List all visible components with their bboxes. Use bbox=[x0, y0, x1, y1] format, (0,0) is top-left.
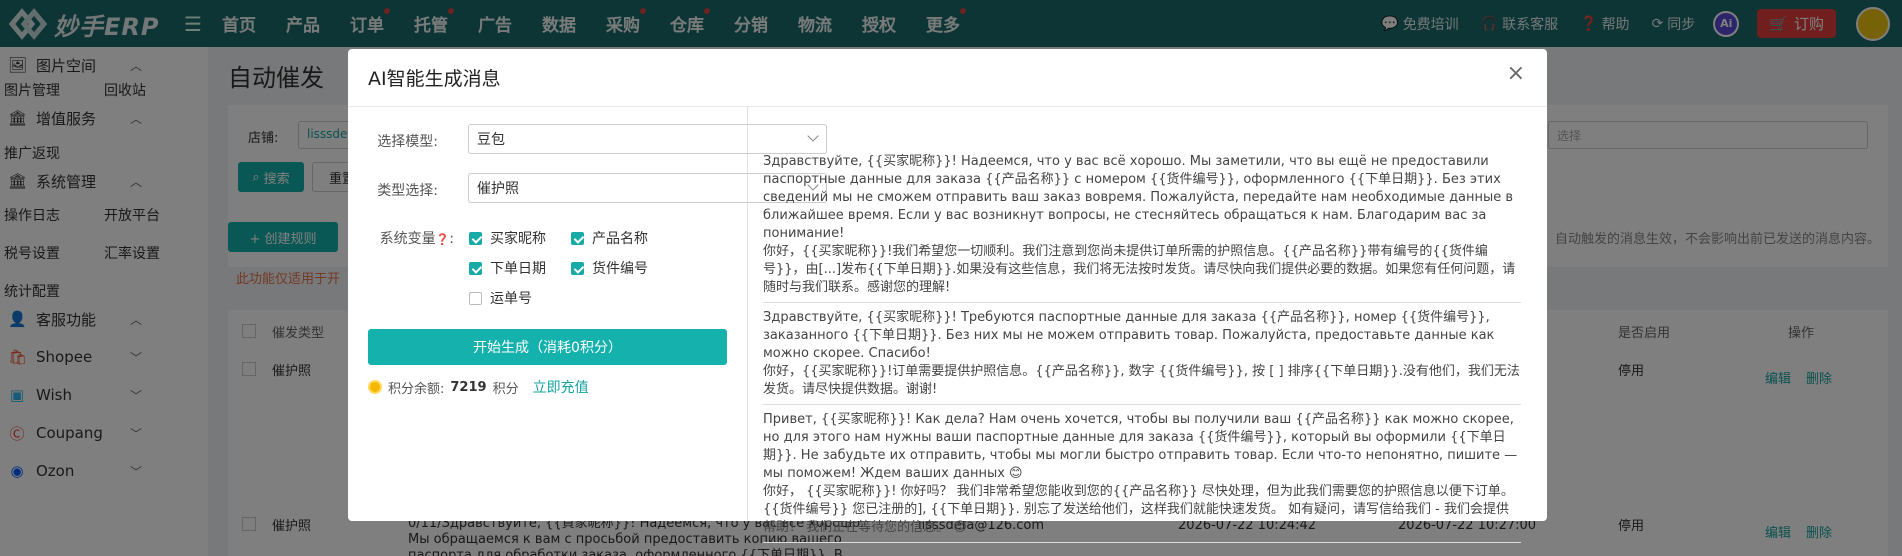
checkbox-checked bbox=[469, 261, 482, 275]
checkbox-checked bbox=[571, 231, 584, 245]
message-chinese: 你好，{{买家昵称}}!我们希望您一切顺利。我们注意到您尚未提供订单所需的护照信… bbox=[763, 244, 1516, 295]
generated-message[interactable]: Здравствуйте, {{买家昵称}}! Требуются паспор… bbox=[763, 303, 1521, 405]
recharge-link[interactable]: 立即充值 bbox=[533, 377, 589, 397]
close-icon[interactable]: × bbox=[1507, 61, 1525, 86]
chevron-down-icon bbox=[807, 130, 819, 142]
model-select-value: 豆包 bbox=[477, 132, 505, 148]
model-label: 选择模型: bbox=[377, 134, 438, 150]
start-generate-button[interactable]: 开始生成（消耗0积分） bbox=[368, 329, 727, 365]
var-checkbox-tracking-number[interactable]: 运单号 bbox=[469, 288, 532, 308]
dialog-title: AI智能生成消息 bbox=[368, 68, 501, 90]
var-label: 产品名称 bbox=[592, 231, 648, 247]
generated-message[interactable]: Привет, {{买家昵称}}! Как дела? Нам очень хо… bbox=[763, 405, 1521, 543]
message-chinese: 你好， {{买家昵称}}! 你好吗？ 我们非常希望您能收到您的{{产品名称}} … bbox=[763, 484, 1514, 535]
credit-value: 7219 bbox=[450, 379, 487, 395]
checkbox-checked bbox=[571, 261, 584, 275]
panel-divider bbox=[747, 107, 748, 521]
type-label: 类型选择: bbox=[377, 183, 438, 199]
message-russian: Здравствуйте, {{买家昵称}}! Требуются паспор… bbox=[763, 310, 1495, 361]
var-checkbox-shipment-number[interactable]: 货件编号 bbox=[571, 258, 648, 278]
header-divider bbox=[348, 106, 1547, 107]
checkbox-unchecked bbox=[469, 291, 482, 305]
credit-balance: 积分余额: 7219 积分 立即充值 bbox=[368, 377, 589, 397]
variables-label-text: 系统变量 bbox=[379, 231, 436, 247]
var-label: 货件编号 bbox=[592, 261, 648, 277]
generated-message[interactable]: Здравствуйте, {{买家昵称}}! Надеемся, что у … bbox=[763, 147, 1521, 303]
ai-generate-dialog: AI智能生成消息 × 选择模型: 豆包 类型选择: 催护照 系统变量❓: 买家昵… bbox=[348, 49, 1547, 543]
variables-label: 系统变量❓: bbox=[379, 231, 454, 247]
message-chinese: 你好，{{买家昵称}}!订单需要提供护照信息。{{产品名称}}, 数字 {{货件… bbox=[763, 364, 1520, 397]
info-icon[interactable]: ❓ bbox=[436, 233, 450, 246]
credit-label: 积分余额: bbox=[388, 381, 445, 397]
message-russian: Здравствуйте, {{买家昵称}}! Надеемся, что у … bbox=[763, 154, 1514, 241]
credit-unit: 积分 bbox=[492, 381, 519, 397]
var-label: 运单号 bbox=[490, 291, 532, 307]
generated-messages: Здравствуйте, {{买家昵称}}! Надеемся, что у … bbox=[763, 147, 1521, 543]
var-checkbox-buyer-nickname[interactable]: 买家昵称 bbox=[469, 228, 546, 248]
message-russian: Привет, {{买家昵称}}! Как дела? Нам очень хо… bbox=[763, 412, 1518, 481]
var-checkbox-product-name[interactable]: 产品名称 bbox=[571, 228, 648, 248]
checkbox-checked bbox=[469, 231, 482, 245]
var-checkbox-order-date[interactable]: 下单日期 bbox=[469, 258, 546, 278]
type-select-value: 催护照 bbox=[477, 181, 519, 197]
var-label: 下单日期 bbox=[490, 261, 546, 277]
coin-icon bbox=[368, 380, 382, 394]
var-label: 买家昵称 bbox=[490, 231, 546, 247]
